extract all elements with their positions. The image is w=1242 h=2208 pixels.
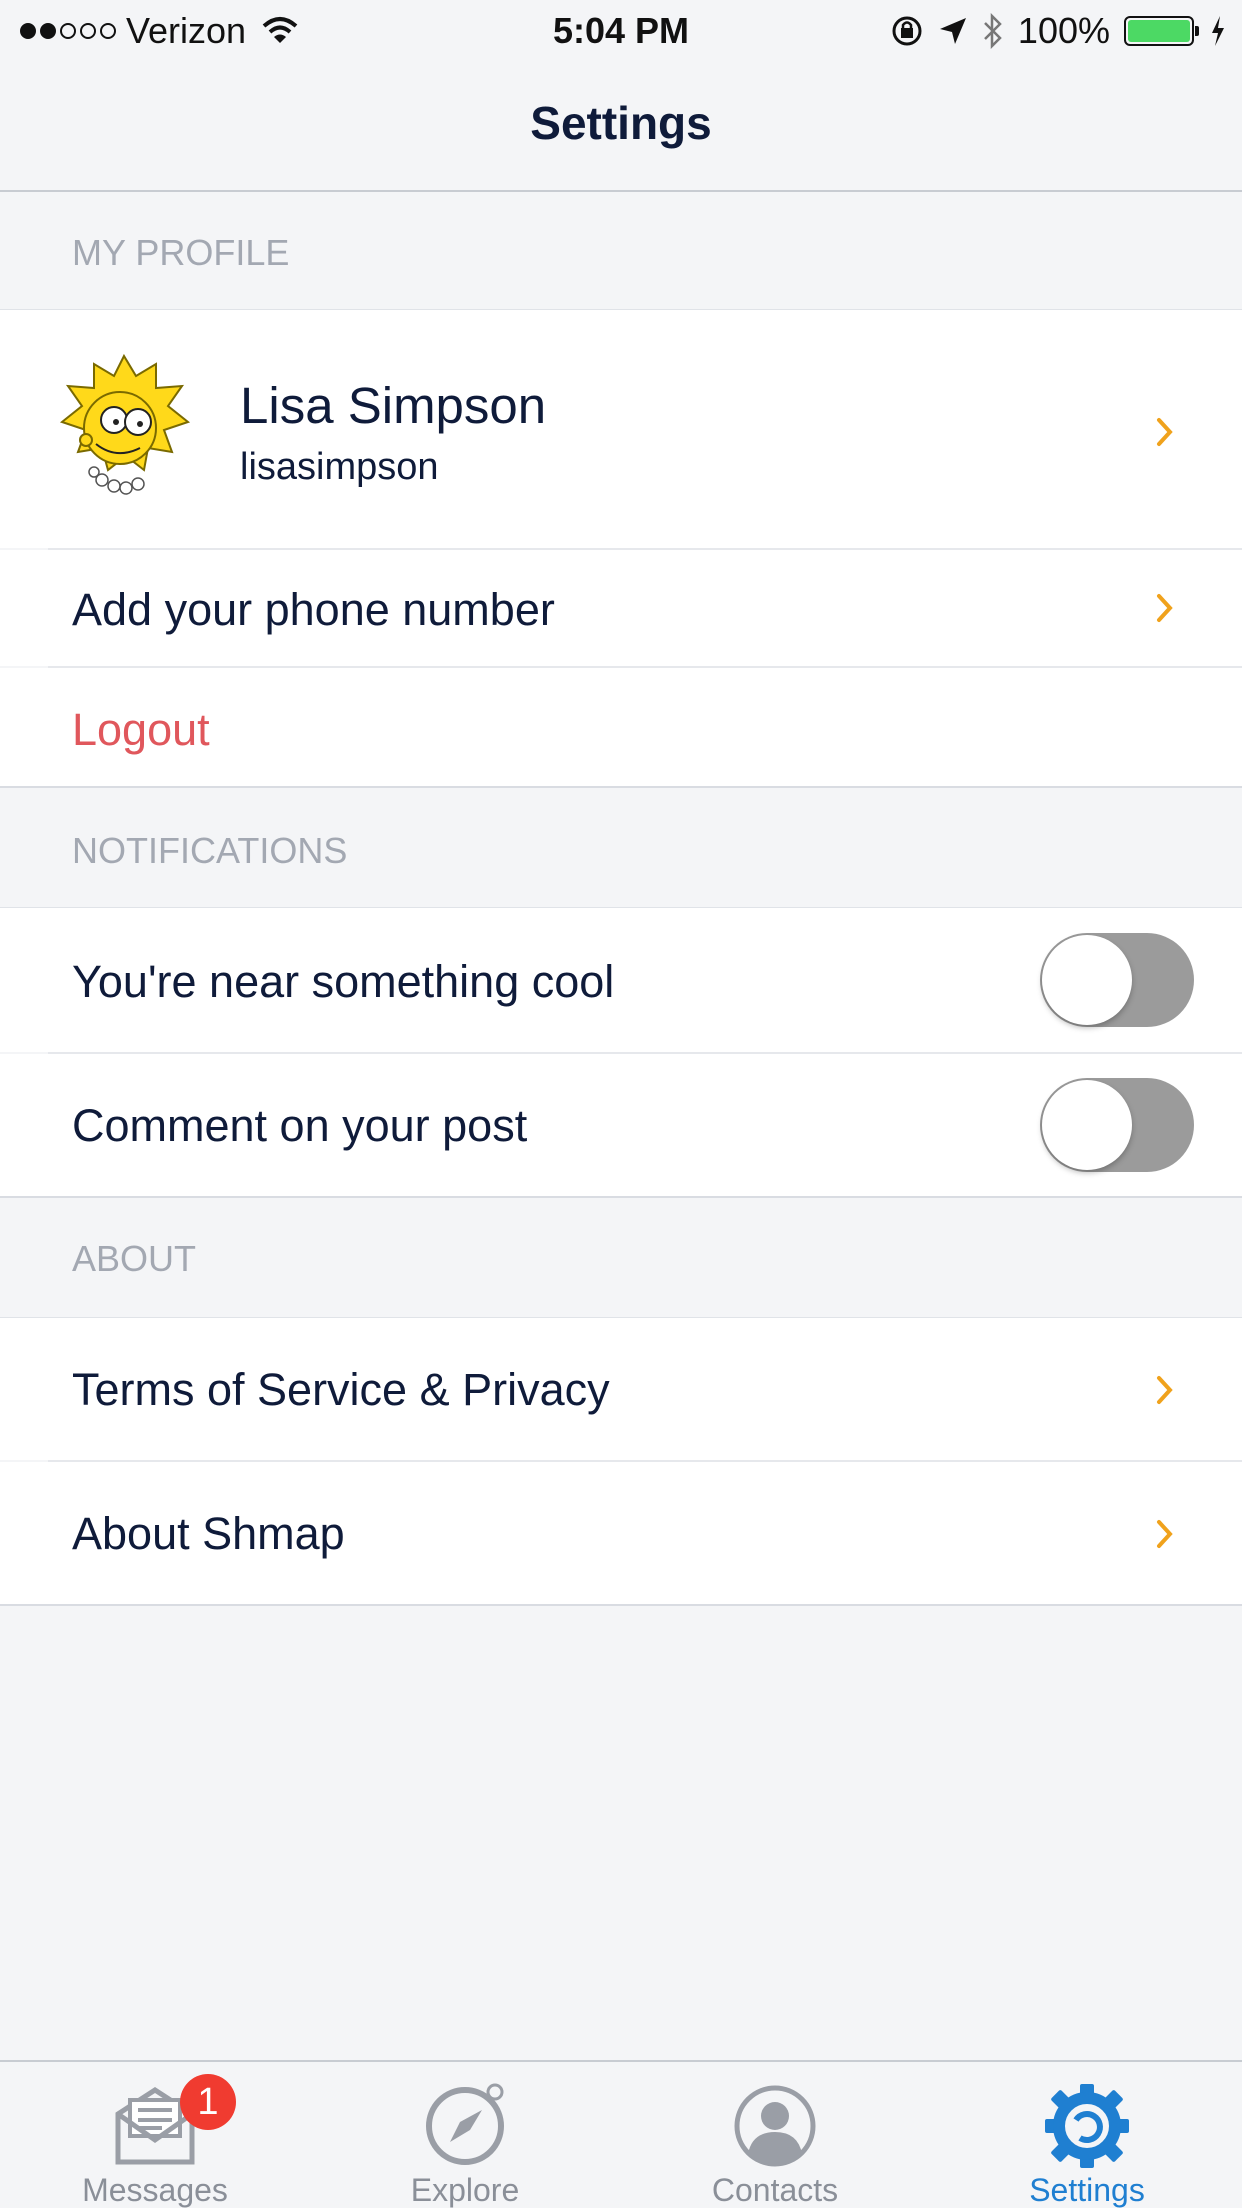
profile-cell[interactable]: Lisa Simpson lisasimpson — [0, 310, 1242, 548]
section-header-notifications: NOTIFICATIONS — [0, 788, 1242, 908]
section-header-label: ABOUT — [72, 1238, 197, 1279]
gear-icon — [1045, 2084, 1129, 2168]
location-arrow-icon — [939, 18, 966, 44]
comment-on-post-toggle[interactable] — [1040, 1078, 1194, 1172]
unread-badge: 1 — [180, 2074, 236, 2130]
tab-explore[interactable]: Explore — [310, 2062, 620, 2208]
add-phone-cell[interactable]: Add your phone number — [0, 550, 1242, 666]
profile-username: lisasimpson — [240, 446, 439, 488]
notification-label: You're near something cool — [72, 956, 615, 1007]
terms-privacy-cell[interactable]: Terms of Service & Privacy — [0, 1318, 1242, 1460]
navigation-bar: Settings — [0, 62, 1242, 192]
battery-percent: 100% — [1017, 10, 1110, 51]
notification-label: Comment on your post — [72, 1100, 528, 1151]
about-shmap-label: About Shmap — [72, 1508, 345, 1559]
notification-comment-cell: Comment on your post — [0, 1054, 1242, 1196]
avatar — [59, 353, 191, 495]
bluetooth-icon — [984, 13, 1002, 49]
section-header-label: NOTIFICATIONS — [72, 830, 348, 871]
section-header-my-profile: MY PROFILE — [0, 194, 1242, 310]
charging-bolt-icon — [1212, 16, 1224, 46]
tab-label: Settings — [1029, 2172, 1145, 2208]
profile-name: Lisa Simpson — [240, 377, 547, 434]
tab-label: Messages — [82, 2172, 228, 2208]
chevron-right-icon — [1157, 1520, 1173, 1548]
tab-bar: 1 Messages Explore Contacts Settings — [0, 2060, 1242, 2208]
page-title: Settings — [530, 97, 712, 149]
section-header-about: ABOUT — [0, 1198, 1242, 1318]
near-something-cool-toggle[interactable] — [1040, 933, 1194, 1027]
tab-label: Explore — [410, 2172, 520, 2208]
chevron-right-icon — [1157, 418, 1173, 446]
logout-cell[interactable]: Logout — [0, 668, 1242, 786]
about-shmap-cell[interactable]: About Shmap — [0, 1462, 1242, 1604]
tab-contacts[interactable]: Contacts — [620, 2062, 930, 2208]
logout-button[interactable]: Logout — [72, 704, 210, 756]
tab-settings[interactable]: Settings — [932, 2062, 1242, 2208]
chevron-right-icon — [1157, 594, 1173, 622]
tab-messages[interactable]: 1 Messages — [0, 2062, 310, 2208]
compass-icon — [426, 2083, 504, 2165]
notification-near-cool-cell: You're near something cool — [0, 908, 1242, 1052]
section-header-label: MY PROFILE — [72, 232, 290, 273]
terms-privacy-label: Terms of Service & Privacy — [72, 1364, 610, 1415]
person-icon — [734, 2085, 816, 2167]
battery-icon — [1124, 16, 1199, 46]
tab-label: Contacts — [711, 2172, 839, 2208]
add-phone-label: Add your phone number — [72, 584, 555, 635]
chevron-right-icon — [1157, 1376, 1173, 1404]
orientation-lock-icon — [892, 16, 922, 46]
divider — [0, 1604, 1242, 1606]
status-bar: Verizon 5:04 PM 100% — [0, 0, 1242, 62]
status-right: 100% — [890, 8, 1226, 54]
